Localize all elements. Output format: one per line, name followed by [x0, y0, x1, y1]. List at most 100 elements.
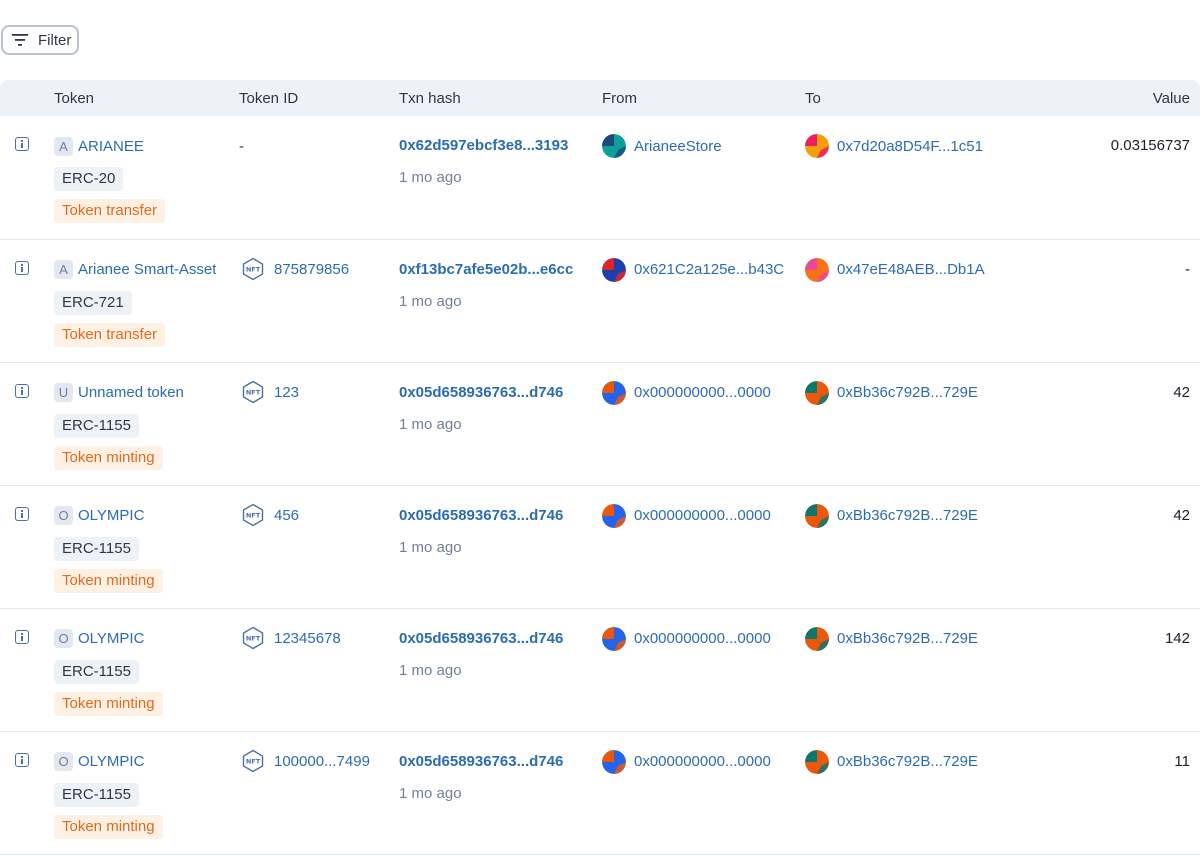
value-text: 0.03156737 [1110, 137, 1190, 154]
from-address-link[interactable]: 0x000000000...0000 [634, 630, 771, 647]
token-link[interactable]: Arianee Smart-Asset [78, 261, 216, 278]
info-icon[interactable] [15, 137, 29, 151]
from-cell: 0x000000000...0000 [602, 731, 805, 854]
token-cell: U Unnamed token ERC-1155 Token minting [54, 362, 239, 485]
info-icon[interactable] [15, 260, 29, 275]
from-address-avatar [602, 626, 626, 651]
info-icon[interactable] [15, 629, 29, 644]
info-cell [0, 485, 54, 608]
svg-text:NFT: NFT [246, 757, 261, 765]
value-cell: 142 [1005, 608, 1200, 731]
header-token-id: Token ID [239, 89, 299, 107]
nft-hexagon-icon: NFT [242, 380, 264, 403]
value-cell: 0.03156737 [1005, 116, 1200, 239]
txn-age: 1 mo ago [399, 292, 462, 310]
token-link[interactable]: OLYMPIC [78, 507, 144, 524]
from-address-link[interactable]: 0x000000000...0000 [634, 384, 771, 401]
token-cell: O OLYMPIC ERC-1155 Token minting [54, 608, 239, 731]
info-icon[interactable] [15, 506, 29, 521]
table-header-row: Token Token ID Txn hash From To Value [0, 80, 1200, 116]
token-standard-badge: ERC-1155 [54, 413, 139, 438]
token-standard-badge: ERC-1155 [54, 536, 139, 561]
method-badge: Token minting [54, 568, 163, 593]
token-cell: A Arianee Smart-Asset ERC-721 Token transfe… [54, 239, 239, 362]
method-badge: Token transfer [54, 322, 166, 347]
from-cell: 0x000000000...0000 [602, 608, 805, 731]
info-cell [0, 731, 54, 854]
to-address-link[interactable]: 0x7d20a8D54F...1c51 [837, 138, 983, 155]
txn-hash-cell: 0xf13bc7afe5e02b...e6cc 1 mo ago [399, 239, 602, 362]
to-address-link[interactable]: 0xBb36c792B...729E [837, 384, 978, 401]
to-address-avatar [805, 380, 829, 405]
from-cell: 0x621C2a125e...b43C [602, 239, 805, 362]
nft-hexagon-icon: NFT [242, 749, 264, 772]
txn-hash-link[interactable]: 0x62d597ebcf3e8...3193 [399, 136, 602, 156]
from-address-link[interactable]: 0x000000000...0000 [634, 507, 771, 524]
token-avatar: U [54, 383, 73, 402]
from-address-link[interactable]: ArianeeStore [634, 138, 722, 155]
token-id-link[interactable]: 123 [274, 384, 299, 401]
token-link[interactable]: ARIANEE [78, 138, 144, 155]
info-cell [0, 239, 54, 362]
token-avatar: O [54, 629, 73, 648]
svg-text:NFT: NFT [246, 265, 261, 273]
info-icon[interactable] [15, 752, 29, 767]
to-address-link[interactable]: 0x47eE48AEB...Db1A [837, 261, 985, 278]
svg-text:NFT: NFT [246, 388, 261, 396]
token-id-cell: NFT 456 [239, 485, 399, 608]
txn-hash-cell: 0x05d658936763...d746 1 mo ago [399, 485, 602, 608]
header-to: To [805, 89, 821, 107]
svg-text:NFT: NFT [246, 511, 261, 519]
table-row: O OLYMPIC ERC-1155 Token minting NFT 12345678… [0, 608, 1200, 731]
token-id-cell: NFT 12345678 [239, 608, 399, 731]
to-address-avatar [805, 134, 829, 158]
txn-age: 1 mo ago [399, 538, 462, 556]
to-cell: 0xBb36c792B...729E [805, 362, 1005, 485]
info-icon[interactable] [15, 383, 29, 398]
token-id-link[interactable]: 100000...7499 [274, 753, 370, 770]
value-text: 142 [1164, 629, 1190, 647]
from-address-link[interactable]: 0x621C2a125e...b43C [634, 261, 784, 278]
token-id-link[interactable]: 12345678 [274, 630, 341, 647]
token-id-empty: - [239, 137, 244, 155]
method-badge: Token minting [54, 445, 163, 470]
token-standard-badge: ERC-1155 [54, 659, 139, 684]
token-avatar: A [54, 260, 73, 279]
value-text: 11 [1174, 752, 1190, 770]
info-cell [0, 116, 54, 239]
txn-hash-link[interactable]: 0x05d658936763...d746 [399, 506, 602, 526]
token-id-cell: - [239, 116, 399, 239]
to-address-link[interactable]: 0xBb36c792B...729E [837, 507, 978, 524]
table-row: A ARIANEE ERC-20 Token transfer - 0x62d597ebc… [0, 116, 1200, 239]
txn-hash-link[interactable]: 0x05d658936763...d746 [399, 752, 602, 772]
table-row: O OLYMPIC ERC-1155 Token minting NFT 100000..… [0, 731, 1200, 854]
from-address-avatar [602, 257, 626, 282]
txn-hash-link[interactable]: 0xf13bc7afe5e02b...e6cc [399, 260, 602, 280]
to-address-avatar [805, 626, 829, 651]
header-info [0, 80, 54, 116]
value-text: 42 [1173, 506, 1190, 524]
txn-hash-link[interactable]: 0x05d658936763...d746 [399, 383, 602, 403]
txn-hash-link[interactable]: 0x05d658936763...d746 [399, 629, 602, 649]
token-transfers-table: Token Token ID Txn hash From To Value AA… [0, 80, 1200, 855]
to-address-link[interactable]: 0xBb36c792B...729E [837, 753, 978, 770]
method-badge: Token minting [54, 691, 163, 716]
filter-button[interactable]: Filter [1, 25, 79, 55]
token-link[interactable]: OLYMPIC [78, 630, 144, 647]
to-cell: 0x47eE48AEB...Db1A [805, 239, 1005, 362]
nft-hexagon-icon: NFT [242, 626, 264, 649]
token-link[interactable]: Unnamed token [78, 384, 184, 401]
header-txn-hash: Txn hash [399, 89, 461, 107]
token-id-link[interactable]: 456 [274, 507, 299, 524]
to-cell: 0xBb36c792B...729E [805, 608, 1005, 731]
value-cell: - [1005, 239, 1200, 362]
token-link[interactable]: OLYMPIC [78, 753, 144, 770]
token-standard-badge: ERC-20 [54, 167, 124, 191]
nft-hexagon-icon: NFT [242, 503, 264, 526]
value-text: - [1185, 260, 1190, 278]
to-address-link[interactable]: 0xBb36c792B...729E [837, 630, 978, 647]
from-address-link[interactable]: 0x000000000...0000 [634, 753, 771, 770]
from-address-avatar [602, 503, 626, 528]
txn-age: 1 mo ago [399, 784, 462, 802]
token-id-link[interactable]: 875879856 [274, 261, 349, 278]
